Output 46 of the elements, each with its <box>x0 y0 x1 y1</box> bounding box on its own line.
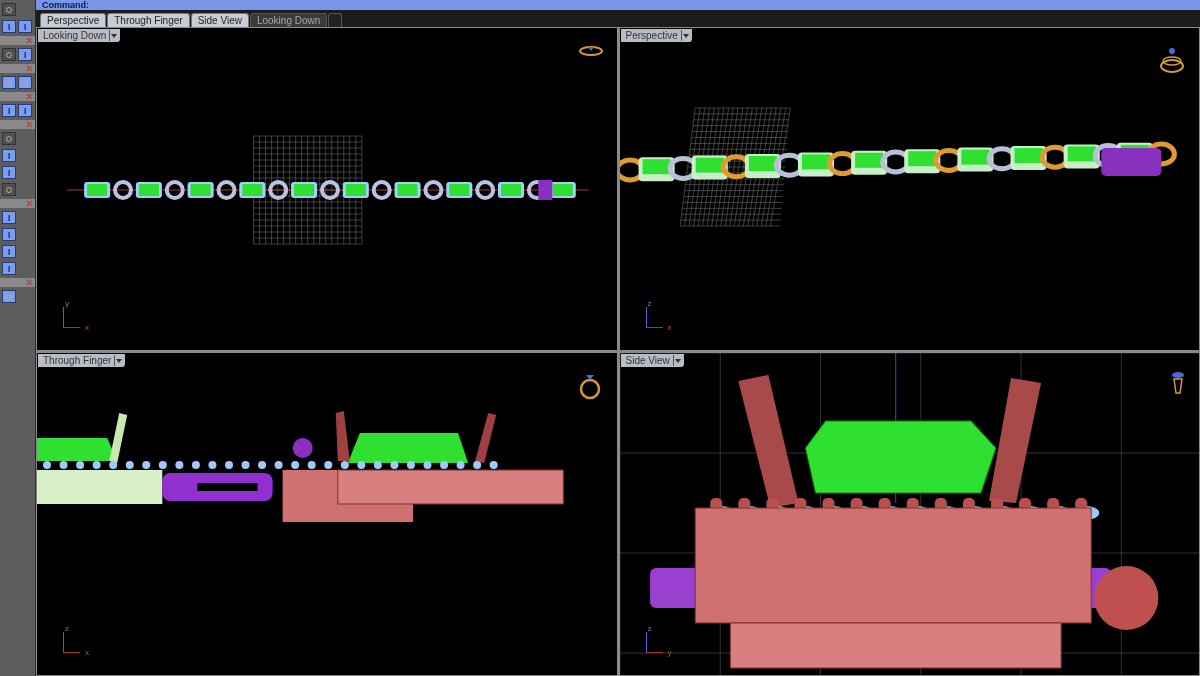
viewport-title[interactable]: Through Finger <box>38 354 126 367</box>
tool-button[interactable] <box>2 211 16 224</box>
circle-icon <box>5 50 13 59</box>
axis-label: z <box>647 625 652 633</box>
axis-label: y <box>65 300 69 308</box>
tool-button[interactable] <box>2 228 16 241</box>
viewport-tab[interactable]: Through Finger <box>107 13 190 27</box>
caret-icon[interactable] <box>111 33 118 38</box>
tool-button[interactable] <box>2 48 16 61</box>
caret-icon[interactable] <box>682 33 689 38</box>
axis-label: z <box>65 625 69 633</box>
axis-label: x <box>85 649 89 657</box>
new-tab-button[interactable] <box>328 13 343 27</box>
circle-icon <box>5 185 13 194</box>
viewport-tab[interactable]: Looking Down <box>249 13 328 27</box>
circle-icon <box>21 78 29 87</box>
tool-button[interactable] <box>2 3 16 16</box>
tool-button[interactable] <box>2 245 16 258</box>
tool-button[interactable] <box>2 104 16 117</box>
tool-button[interactable] <box>2 183 16 196</box>
axis-label: x <box>85 324 89 332</box>
axis-label: y <box>667 649 672 657</box>
tool-button[interactable] <box>2 76 16 89</box>
tool-button[interactable] <box>2 262 16 275</box>
tool-button[interactable] <box>2 149 16 162</box>
viewport-tab[interactable]: Perspective <box>40 13 107 27</box>
circle-icon <box>5 292 13 301</box>
viewport-title[interactable]: Looking Down <box>38 29 121 42</box>
viewport-title[interactable]: Side View <box>620 354 684 367</box>
viewport-tab[interactable]: Side View <box>190 13 249 27</box>
circle-icon <box>5 78 13 87</box>
axis-label: z <box>647 300 652 308</box>
tool-button[interactable] <box>2 132 16 145</box>
viewport-title[interactable]: Perspective <box>620 29 692 42</box>
caret-icon[interactable] <box>116 358 123 363</box>
tool-button[interactable] <box>18 48 32 61</box>
tool-button[interactable] <box>18 104 32 117</box>
tool-button[interactable] <box>18 76 32 89</box>
circle-icon <box>5 5 13 14</box>
tool-button[interactable] <box>2 290 16 303</box>
circle-icon <box>5 134 13 143</box>
caret-icon[interactable] <box>674 358 681 363</box>
axis-label: x <box>667 324 672 332</box>
tool-button[interactable] <box>2 166 16 179</box>
tool-button[interactable] <box>2 20 16 33</box>
tool-button[interactable] <box>18 20 32 33</box>
